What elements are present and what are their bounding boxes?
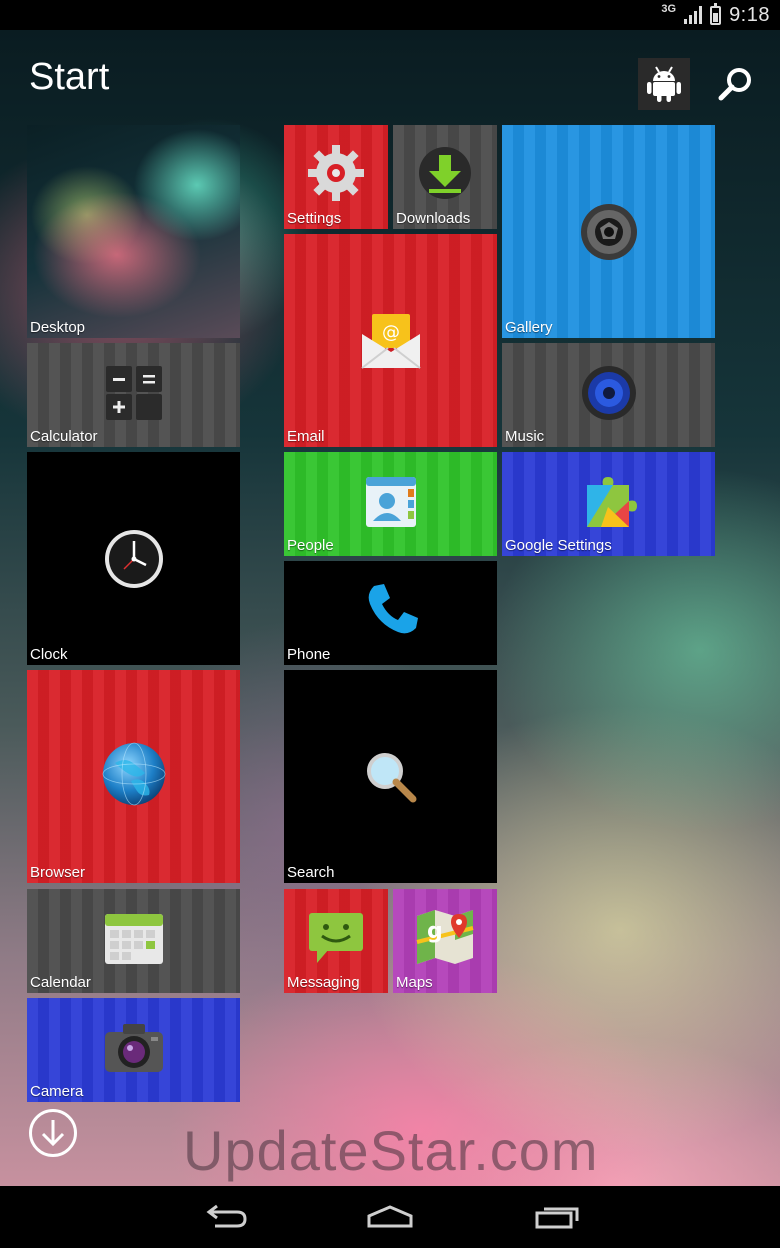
signal-icon xyxy=(684,6,703,24)
svg-text:g: g xyxy=(427,919,443,944)
tile-label: Browser xyxy=(30,864,86,881)
tile-label: Messaging xyxy=(287,974,360,991)
clock-icon xyxy=(104,529,163,588)
recent-apps-icon xyxy=(535,1207,579,1229)
tile-email[interactable]: @ Email xyxy=(284,234,497,447)
tile-search[interactable]: Search xyxy=(284,670,497,883)
svg-text:@: @ xyxy=(382,322,400,343)
tile-maps[interactable]: g Maps xyxy=(393,889,497,993)
gallery-icon xyxy=(580,203,637,260)
back-button[interactable] xyxy=(194,1200,254,1234)
tile-label: Gallery xyxy=(505,319,553,336)
tile-label: Desktop xyxy=(30,319,86,336)
download-icon xyxy=(419,146,471,199)
calculator-icon xyxy=(105,365,162,420)
tile-label: People xyxy=(287,537,334,554)
tile-calendar[interactable]: Calendar xyxy=(27,889,240,993)
messaging-icon xyxy=(309,912,363,963)
tile-gallery[interactable]: Gallery xyxy=(502,125,715,338)
navigation-bar xyxy=(0,1186,780,1248)
tile-label: Email xyxy=(287,428,325,445)
contacts-icon xyxy=(365,476,416,527)
tile-label: Music xyxy=(505,428,545,445)
tile-people[interactable]: People xyxy=(284,452,497,556)
tile-label: Clock xyxy=(30,646,68,663)
page-title: Start xyxy=(29,56,110,98)
status-bar: 3G 9:18 xyxy=(0,0,780,30)
android-icon xyxy=(647,66,681,102)
tile-label: Downloads xyxy=(396,210,471,227)
tile-label: Phone xyxy=(287,646,331,663)
tile-music[interactable]: Music xyxy=(502,343,715,447)
email-icon: @ xyxy=(360,313,421,369)
tile-google-settings[interactable]: Google Settings xyxy=(502,452,715,556)
arrow-down-icon xyxy=(41,1120,65,1147)
phone-icon xyxy=(368,583,418,634)
tile-messaging[interactable]: Messaging xyxy=(284,889,388,993)
all-apps-button[interactable] xyxy=(29,1109,77,1157)
clock-time: 9:18 xyxy=(729,3,770,26)
tile-calculator[interactable]: Calculator xyxy=(27,343,240,447)
puzzle-icon xyxy=(586,476,637,527)
tile-browser[interactable]: Browser xyxy=(27,670,240,883)
tile-phone[interactable]: Phone xyxy=(284,561,497,665)
camera-icon xyxy=(104,1023,163,1072)
tile-camera[interactable]: Camera xyxy=(27,998,240,1102)
globe-icon xyxy=(102,742,165,806)
search-icon xyxy=(718,68,751,101)
speaker-icon xyxy=(581,365,636,420)
tile-label: Calculator xyxy=(30,428,98,445)
header-search-button[interactable] xyxy=(712,62,758,108)
maps-icon: g xyxy=(416,909,474,964)
android-button[interactable] xyxy=(638,58,690,110)
back-icon xyxy=(206,1204,247,1228)
home-icon xyxy=(367,1205,413,1228)
tile-label: Calendar xyxy=(30,974,91,991)
tile-label: Settings xyxy=(287,210,342,227)
tile-settings[interactable]: Settings xyxy=(284,125,388,229)
tile-label: Search xyxy=(287,864,335,881)
tile-desktop[interactable]: Desktop xyxy=(27,125,240,338)
tile-label: Camera xyxy=(30,1083,84,1100)
magnifier-icon xyxy=(366,752,416,802)
gear-icon xyxy=(308,144,364,201)
battery-icon xyxy=(710,2,722,25)
watermark: UpdateStar.com xyxy=(183,1119,599,1182)
recent-apps-button[interactable] xyxy=(527,1200,587,1234)
tile-downloads[interactable]: Downloads xyxy=(393,125,497,229)
tile-label: Maps xyxy=(396,974,433,991)
home-button[interactable] xyxy=(360,1200,420,1234)
tile-label: Google Settings xyxy=(505,537,612,554)
network-type: 3G xyxy=(661,3,677,15)
calendar-icon xyxy=(104,913,163,964)
tile-clock[interactable]: Clock xyxy=(27,452,240,665)
